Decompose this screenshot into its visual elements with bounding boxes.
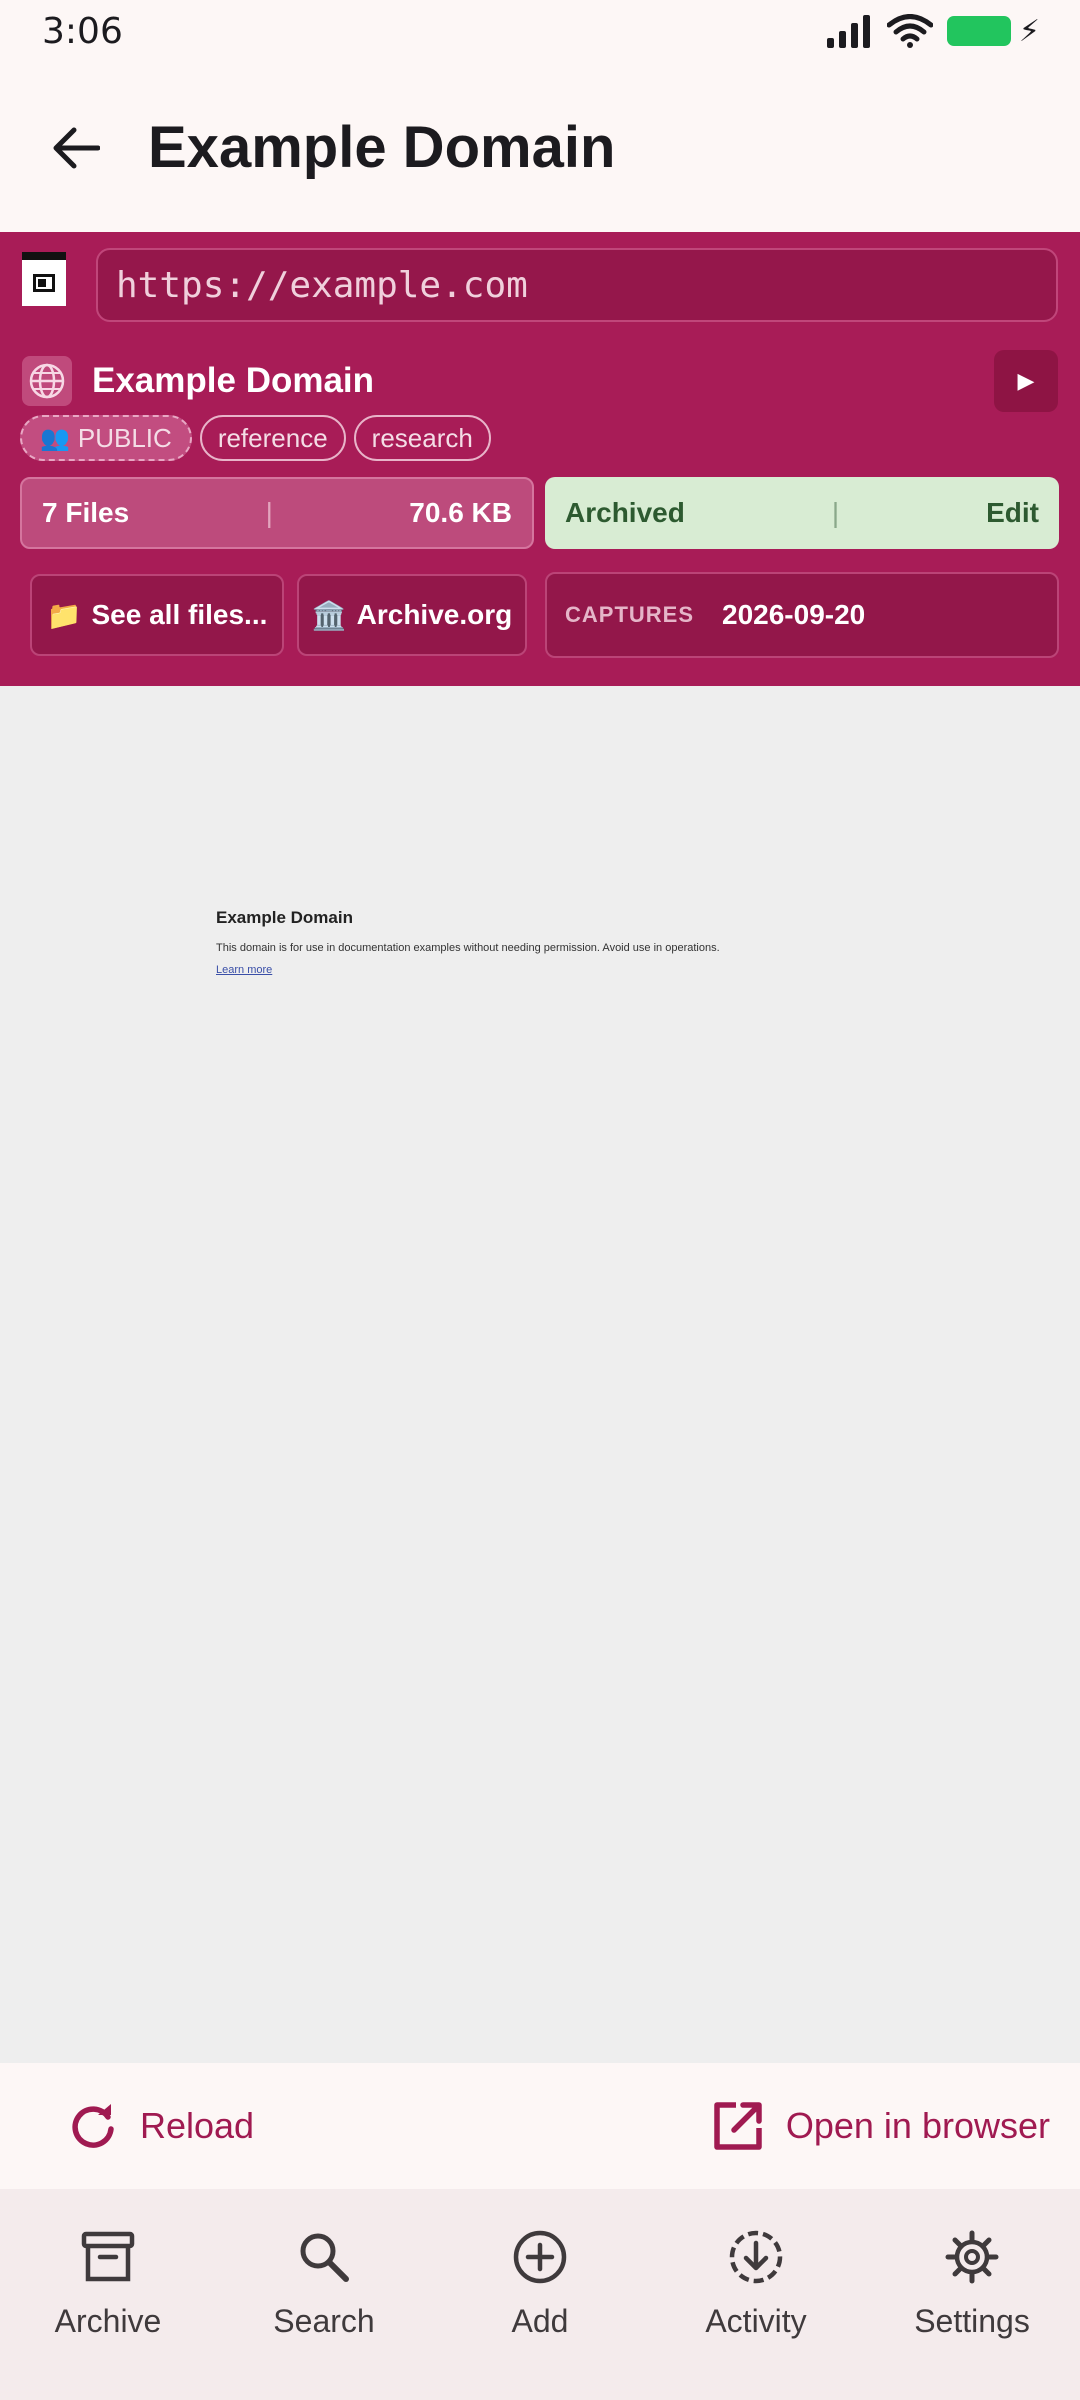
- files-summary[interactable]: 7 Files | 70.6 KB: [20, 477, 534, 549]
- see-all-files-button[interactable]: 📁 See all files...: [30, 574, 284, 656]
- files-count: 7 Files: [42, 497, 130, 528]
- nav-item-search[interactable]: Search: [224, 2189, 424, 2400]
- activity-icon: [729, 2230, 783, 2284]
- status-icons: ⚡: [825, 14, 1040, 49]
- site-favicon: [22, 252, 66, 306]
- favicon-icon: [33, 274, 55, 292]
- nav-item-settings[interactable]: Settings: [872, 2189, 1072, 2400]
- open-in-browser-button[interactable]: Open in browser: [712, 2100, 1050, 2152]
- nav-item-add[interactable]: Add: [440, 2189, 640, 2400]
- site-row: Example Domain ▶: [22, 346, 1058, 416]
- archive-org-label: Archive.org: [356, 599, 513, 630]
- edit-button[interactable]: Edit: [986, 497, 1039, 529]
- back-button[interactable]: [26, 98, 126, 198]
- museum-icon: 🏛️: [311, 599, 347, 631]
- archive-status: Archived | Edit: [545, 477, 1059, 549]
- battery-icon: [946, 16, 1011, 46]
- web-body: This domain is for use in documentation …: [216, 942, 720, 954]
- web-content: Example Domain This domain is for use in…: [216, 908, 816, 978]
- archive-status-label: Archived: [565, 497, 685, 528]
- tags-row: 👥 PUBLIC reference research: [20, 414, 491, 462]
- cell-signal-icon: [826, 15, 870, 48]
- open-in-browser-label: Open in browser: [785, 2105, 1050, 2146]
- action-row: Reload Open in browser: [0, 2063, 1080, 2189]
- top-app-bar: Example Domain: [0, 80, 1080, 215]
- web-heading: Example Domain: [216, 908, 353, 927]
- url-field[interactable]: https://example.com: [96, 248, 1058, 322]
- nav-item-archive[interactable]: Archive: [8, 2189, 208, 2400]
- archive-org-button[interactable]: 🏛️ Archive.org: [297, 574, 527, 656]
- status-time: 3:06: [42, 10, 123, 52]
- globe-icon: [22, 356, 72, 406]
- archive-icon: [81, 2231, 135, 2282]
- reload-label: Reload: [140, 2105, 255, 2146]
- tag-research[interactable]: research: [353, 415, 491, 461]
- learn-more-link[interactable]: Learn more: [216, 964, 272, 976]
- folder-icon: 📁: [46, 599, 82, 631]
- separator: |: [265, 497, 273, 528]
- tag-public[interactable]: 👥 PUBLIC: [20, 415, 192, 461]
- see-all-files-label: See all files...: [91, 599, 268, 630]
- nav-label-search: Search: [273, 2303, 375, 2339]
- people-icon: 👥: [40, 424, 70, 452]
- captures-date: 2026-09-20: [722, 599, 866, 630]
- nav-item-activity[interactable]: Activity: [656, 2189, 856, 2400]
- reload-icon: [72, 2104, 114, 2148]
- open-external-icon: [714, 2102, 762, 2150]
- tag-reference[interactable]: reference: [199, 415, 346, 461]
- play-button[interactable]: ▶: [994, 350, 1058, 412]
- snapshot-header: https://example.com Example Domain ▶ 👥 P…: [0, 232, 1080, 686]
- settings-icon: [945, 2230, 999, 2284]
- captures-box[interactable]: CAPTURES 2026-09-20: [545, 572, 1059, 658]
- add-icon: [513, 2230, 567, 2284]
- nav-label-add: Add: [511, 2303, 569, 2339]
- page-title: Example Domain: [148, 115, 616, 180]
- search-icon: [300, 2233, 349, 2282]
- nav-label-archive: Archive: [54, 2303, 162, 2339]
- arrow-back-icon: [53, 127, 100, 168]
- bottom-navigation: Archive Search Add Activity Settings: [0, 2189, 1080, 2400]
- charging-bolt-icon: ⚡: [1018, 13, 1040, 49]
- nav-label-settings: Settings: [914, 2303, 1030, 2339]
- tag-public-label: PUBLIC: [77, 422, 172, 453]
- snapshot-webview[interactable]: Example Domain This domain is for use in…: [0, 686, 1080, 2063]
- nav-label-activity: Activity: [705, 2303, 807, 2339]
- status-bar: 3:06 ⚡: [0, 0, 1080, 62]
- reload-button[interactable]: Reload: [68, 2101, 254, 2151]
- files-size: 70.6 KB: [409, 497, 512, 528]
- snapshot-title: Example Domain: [92, 361, 375, 400]
- separator: |: [831, 497, 840, 528]
- wifi-icon: [886, 14, 933, 48]
- captures-label: CAPTURES: [565, 602, 695, 627]
- play-icon: ▶: [1017, 368, 1035, 393]
